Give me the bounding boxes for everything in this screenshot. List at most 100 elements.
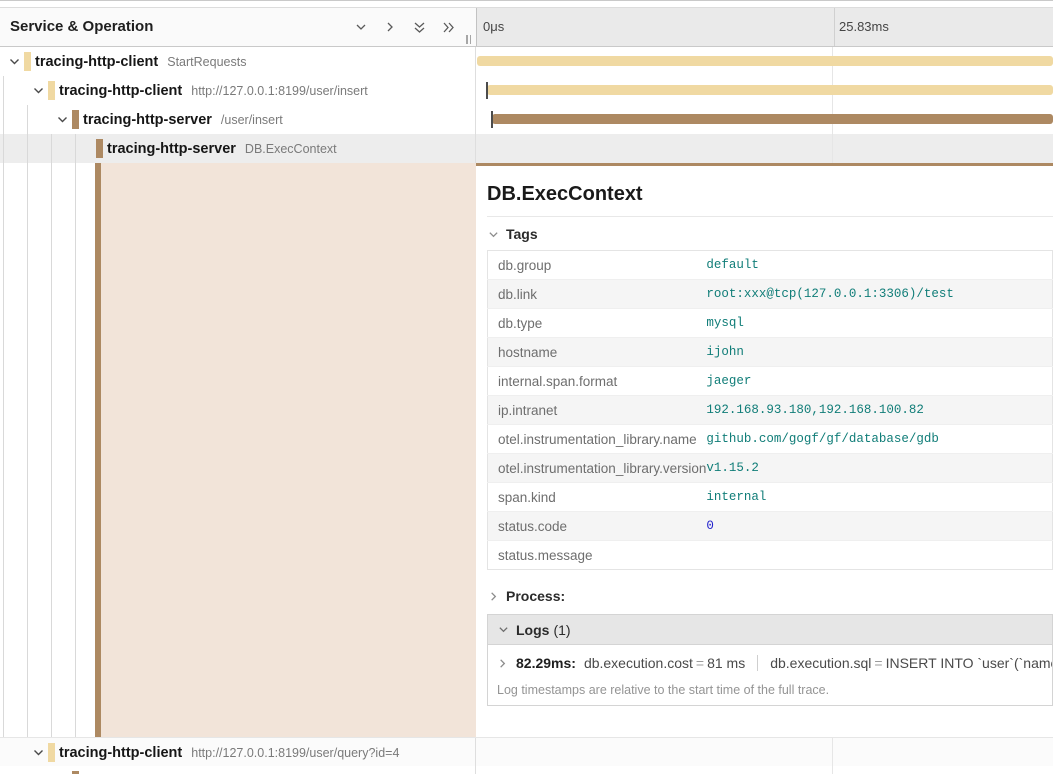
tag-key: db.type: [488, 309, 707, 338]
logs-section-header[interactable]: Logs (1): [488, 615, 1052, 645]
logs-section-label: Logs: [516, 622, 549, 638]
span-row-user-query-client[interactable]: tracing-http-clienthttp://127.0.0.1:8199…: [0, 737, 1053, 766]
log-field-divider: [757, 655, 758, 671]
tag-row: hostnameijohn: [488, 338, 1053, 367]
indent-guide: [3, 76, 4, 737]
timeline-gridline: [832, 738, 833, 766]
span-duration-bar[interactable]: [477, 56, 1053, 66]
tag-key: internal.span.format: [488, 367, 707, 396]
tag-value: v1.15.2: [706, 454, 1052, 483]
tag-row: db.typemysql: [488, 309, 1053, 338]
tag-row: status.message: [488, 541, 1053, 570]
span-row-user-insert-server[interactable]: tracing-http-server/user/insert: [0, 105, 1053, 134]
span-duration-bar[interactable]: [487, 85, 1053, 95]
timeline-header: Service & Operation 0μs 25.83ms: [0, 8, 1053, 47]
chevron-down-icon: [487, 228, 499, 240]
chevron-down-icon[interactable]: [32, 746, 45, 759]
timeline-gridline: [832, 766, 833, 774]
operation-name: http://127.0.0.1:8199/user/insert: [191, 84, 368, 98]
tag-row: internal.span.formatjaeger: [488, 367, 1053, 396]
tag-value: mysql: [706, 309, 1052, 338]
indent-guide: [75, 134, 76, 737]
span-detail-panel: DB.ExecContext Tags db.groupdefault db.l…: [476, 163, 1053, 737]
tag-row: db.linkroot:xxx@tcp(127.0.0.1:3306)/test: [488, 280, 1053, 309]
service-operation-header: Service & Operation: [0, 8, 476, 46]
tag-row: otel.instrumentation_library.versionv1.1…: [488, 454, 1053, 483]
tag-row: db.groupdefault: [488, 251, 1053, 280]
tag-key: ip.intranet: [488, 396, 707, 425]
log-field: db.execution.cost=81 ms: [584, 655, 745, 671]
tag-value: internal: [706, 483, 1052, 512]
column-resize-grip-icon[interactable]: [466, 35, 473, 44]
service-name: tracing-http-client: [59, 83, 182, 99]
tag-value: jaeger: [706, 367, 1052, 396]
service-color-bar: [48, 743, 55, 762]
operation-name: /user/insert: [221, 113, 283, 127]
tag-key: otel.instrumentation_library.version: [488, 454, 707, 483]
expand-collapse-controls: [353, 8, 456, 46]
ruler-tick-label: 0μs: [483, 8, 504, 46]
chevron-down-icon[interactable]: [56, 113, 69, 126]
service-color-bar: [24, 52, 31, 71]
operation-name: StartRequests: [167, 55, 246, 69]
service-name: tracing-http-client: [35, 54, 158, 70]
tag-value: 0: [706, 512, 1052, 541]
timeline-ruler: 0μs 25.83ms: [476, 8, 1053, 46]
trace-timeline-view: Service & Operation 0μs 25.83ms: [0, 0, 1053, 774]
logs-accordion: Logs (1) 82.29ms: db.execution.cost=81 m…: [487, 614, 1053, 706]
tag-key: db.group: [488, 251, 707, 280]
tag-value: default: [706, 251, 1052, 280]
log-timestamp: 82.29ms:: [516, 655, 576, 671]
chevron-down-icon: [497, 624, 509, 636]
span-detail-title: DB.ExecContext: [487, 182, 1053, 206]
detail-divider: [487, 216, 1053, 217]
double-chevron-right-icon[interactable]: [440, 19, 456, 35]
timeline-gridline: [832, 134, 833, 163]
tag-row: ip.intranet192.168.93.180,192.168.100.82: [488, 396, 1053, 425]
indent-guide: [27, 105, 28, 737]
process-section-header[interactable]: Process:: [487, 584, 1053, 608]
chevron-right-icon[interactable]: [382, 19, 398, 35]
span-detail-row: DB.ExecContext Tags db.groupdefault db.l…: [0, 163, 1053, 737]
tag-key: otel.instrumentation_library.name: [488, 425, 707, 454]
chevron-down-icon[interactable]: [32, 84, 45, 97]
tags-table: db.groupdefault db.linkroot:xxx@tcp(127.…: [487, 250, 1053, 570]
chevron-right-icon: [487, 590, 499, 602]
double-chevron-down-icon[interactable]: [411, 19, 427, 35]
chevron-down-icon[interactable]: [8, 55, 21, 68]
span-start-tick: [486, 82, 488, 99]
span-row-partial[interactable]: [0, 766, 1053, 774]
log-field: db.execution.sql=INSERT INTO `user`(`nam…: [770, 655, 1052, 671]
process-section-label: Process:: [506, 588, 565, 604]
service-color-bar: [48, 81, 55, 100]
tag-row: span.kindinternal: [488, 483, 1053, 512]
span-row-db-exec-context[interactable]: tracing-http-serverDB.ExecContext: [0, 134, 1053, 163]
service-operation-title: Service & Operation: [10, 8, 153, 46]
span-start-tick: [491, 111, 493, 128]
logs-count: (1): [553, 622, 570, 638]
tag-value: root:xxx@tcp(127.0.0.1:3306)/test: [706, 280, 1052, 309]
ruler-gridline: [834, 8, 835, 46]
ruler-tick-label: 25.83ms: [839, 8, 889, 46]
service-name: tracing-http-server: [83, 112, 212, 128]
chevron-right-icon: [497, 657, 508, 669]
span-row-start-requests[interactable]: tracing-http-client StartRequests: [0, 47, 1053, 76]
tags-section-header[interactable]: Tags: [487, 221, 1053, 247]
service-color-bar: [96, 139, 103, 158]
span-rows: tracing-http-client StartRequests tracing…: [0, 47, 1053, 774]
tag-row: otel.instrumentation_library.namegithub.…: [488, 425, 1053, 454]
indent-guide: [51, 134, 52, 737]
tag-key: status.code: [488, 512, 707, 541]
tag-key: status.message: [488, 541, 707, 570]
tag-key: hostname: [488, 338, 707, 367]
tag-value: [706, 541, 1052, 570]
log-entry[interactable]: 82.29ms: db.execution.cost=81 ms db.exec…: [488, 645, 1052, 681]
service-name: tracing-http-server: [107, 141, 236, 157]
top-strip: [0, 0, 1053, 8]
chevron-down-icon[interactable]: [353, 19, 369, 35]
span-row-user-insert-client[interactable]: tracing-http-client http://127.0.0.1:8199…: [0, 76, 1053, 105]
tag-key: db.link: [488, 280, 707, 309]
span-duration-bar[interactable]: [492, 114, 1053, 124]
tag-value: 192.168.93.180,192.168.100.82: [706, 396, 1052, 425]
tag-value: ijohn: [706, 338, 1052, 367]
